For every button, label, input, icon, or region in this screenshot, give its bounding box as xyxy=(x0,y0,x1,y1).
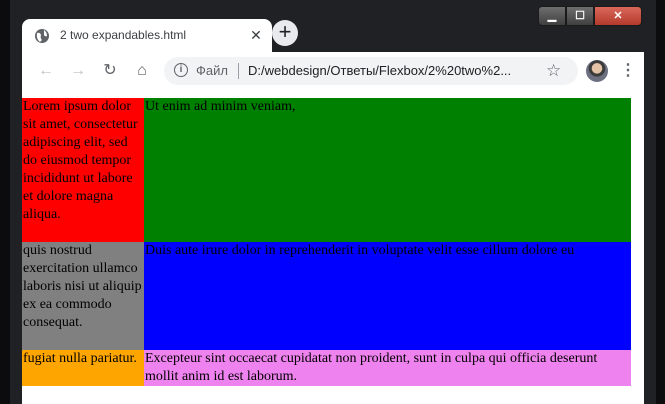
flex-item-violet: Excepteur sint occaecat cupidatat non pr… xyxy=(144,350,631,386)
scheme-label: Файл xyxy=(196,63,228,78)
flex-item-blue: Duis aute irure dolor in reprehenderit i… xyxy=(144,242,631,350)
profile-avatar[interactable] xyxy=(586,60,608,82)
maximize-icon: ☐ xyxy=(575,10,585,22)
maximize-button[interactable]: ☐ xyxy=(566,6,594,26)
tab-title: 2 two expandables.html xyxy=(60,28,187,42)
info-icon[interactable]: i xyxy=(174,63,188,77)
close-window-button[interactable]: ✕ xyxy=(594,6,642,26)
minimize-button[interactable]: ▁ xyxy=(538,6,566,26)
close-tab-icon[interactable]: ✕ xyxy=(248,26,264,44)
flex-item-orange: fugiat nulla pariatur. xyxy=(22,350,144,386)
menu-icon[interactable]: ⋮ xyxy=(620,61,636,81)
flex-item-green: Ut enim ad minim veniam, xyxy=(144,98,631,242)
minimize-icon: ▁ xyxy=(547,10,557,22)
back-button[interactable]: ← xyxy=(36,61,56,81)
title-bar: 2 two expandables.html ✕ + ▁ ☐ ✕ xyxy=(10,0,656,52)
home-button[interactable]: ⌂ xyxy=(132,61,152,81)
reload-button[interactable]: ↻ xyxy=(100,61,120,81)
flex-item-red: Lorem ipsum dolor sit amet, consectetur … xyxy=(22,98,144,242)
page-viewport: Lorem ipsum dolor sit amet, consectetur … xyxy=(22,90,644,404)
flex-item-gray: quis nostrud exercitation ullamco labori… xyxy=(22,242,144,350)
active-tab[interactable]: 2 two expandables.html ✕ xyxy=(22,19,272,52)
new-tab-button[interactable]: + xyxy=(272,20,298,46)
forward-button[interactable]: → xyxy=(68,61,88,81)
address-bar[interactable]: i Файл D:/webdesign/Ответы/Flexbox/2%20t… xyxy=(164,57,578,85)
globe-icon xyxy=(35,29,49,43)
bookmark-star-icon[interactable]: ☆ xyxy=(546,61,561,81)
address-divider xyxy=(238,63,239,79)
url-text[interactable]: D:/webdesign/Ответы/Flexbox/2%20two%2... xyxy=(248,63,534,78)
close-icon: ✕ xyxy=(613,10,623,22)
browser-window: 2 two expandables.html ✕ + ▁ ☐ ✕ ← → ↻ ⌂… xyxy=(10,0,656,404)
browser-toolbar: ← → ↻ ⌂ i Файл D:/webdesign/Ответы/Flexb… xyxy=(22,52,644,90)
